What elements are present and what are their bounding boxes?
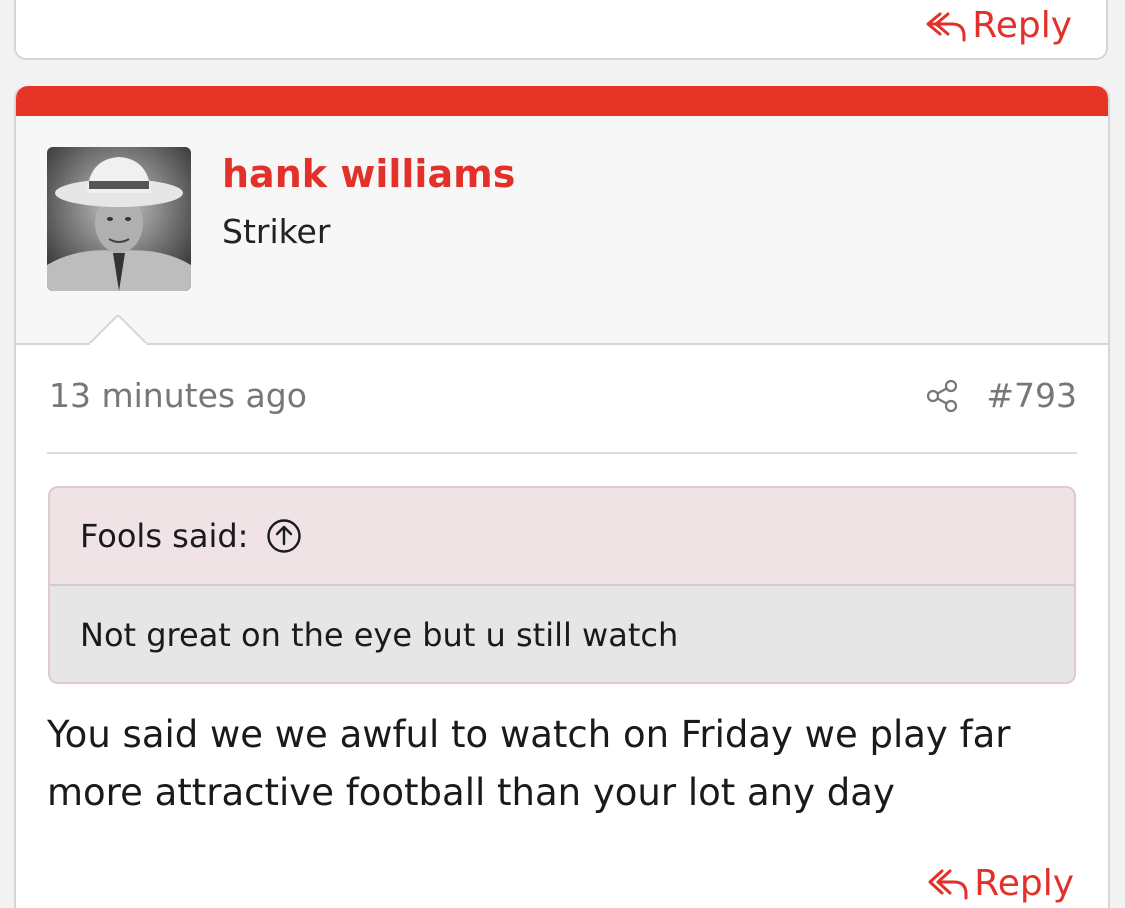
share-icon[interactable] (925, 378, 961, 414)
post-number[interactable]: #793 (986, 376, 1077, 415)
thread-page: Reply hank williams Striker 13 minutes a… (0, 0, 1125, 908)
post-body: You said we we awful to watch on Friday … (47, 713, 1011, 814)
quote-header: Fools said: (50, 488, 1074, 586)
previous-post-reply-button[interactable]: Reply (926, 8, 1072, 44)
reply-label: Reply (972, 5, 1072, 46)
reply-arrow-icon (928, 869, 968, 900)
avatar[interactable] (47, 147, 191, 291)
post-accent-bar (16, 86, 1108, 116)
user-title: Striker (222, 212, 331, 251)
avatar-photo (47, 147, 191, 291)
reply-arrow-icon (926, 12, 966, 42)
quote-author: Fools said: (80, 517, 249, 555)
user-header-caret (88, 315, 148, 345)
post-user-header: hank williams Striker (16, 116, 1108, 345)
post-meta: 13 minutes ago #793 (47, 372, 1077, 454)
quote-text: Not great on the eye but u still watch (80, 616, 679, 654)
post: hank williams Striker 13 minutes ago #79… (14, 86, 1110, 908)
arrow-up-circle-icon[interactable] (266, 518, 302, 554)
reply-button[interactable]: Reply (928, 866, 1074, 902)
quote-block: Fools said: Not great on the eye but u s… (48, 486, 1076, 684)
reply-label: Reply (974, 863, 1074, 904)
username[interactable]: hank williams (222, 152, 515, 196)
post-timestamp[interactable]: 13 minutes ago (49, 376, 307, 415)
previous-post: Reply (14, 0, 1108, 60)
